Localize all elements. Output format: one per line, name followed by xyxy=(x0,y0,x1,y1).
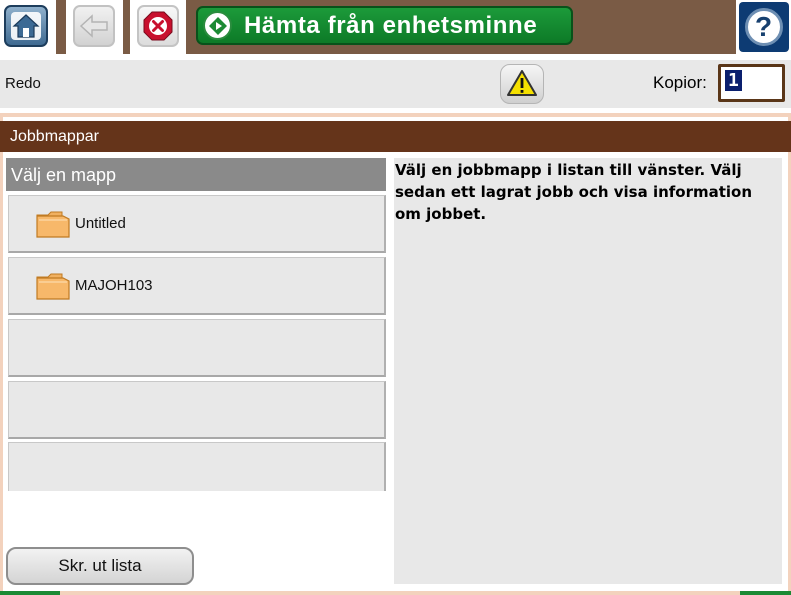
home-icon xyxy=(11,12,41,40)
status-bar: Redo Kopior: xyxy=(0,60,791,108)
help-button[interactable]: ? xyxy=(736,0,791,54)
status-text: Redo xyxy=(5,75,41,92)
copies-value: 1 xyxy=(725,70,742,91)
info-panel: Välj en jobbmapp i listan till vänster. … xyxy=(394,158,782,584)
top-toolbar: Hämta från enhetsminne ? xyxy=(0,0,791,54)
folder-label: MAJOH103 xyxy=(75,277,153,294)
help-button-frame: ? xyxy=(738,2,789,52)
folder-item-empty[interactable] xyxy=(8,319,386,377)
folder-list-header: Välj en mapp xyxy=(6,158,386,191)
info-text: Välj en jobbmapp i listan till vänster. … xyxy=(395,161,753,223)
start-diamond-icon xyxy=(203,11,232,40)
bottom-accent xyxy=(740,591,791,595)
warning-button[interactable] xyxy=(500,64,544,104)
folder-item-empty[interactable] xyxy=(8,381,386,439)
stop-icon xyxy=(143,11,173,41)
copies-input[interactable]: 1 xyxy=(718,64,785,102)
section-header: Jobbmappar xyxy=(0,121,791,152)
folder-icon xyxy=(36,211,70,238)
print-list-button[interactable]: Skr. ut lista xyxy=(6,547,194,585)
folder-item-majoh103[interactable]: MAJOH103 xyxy=(8,257,386,315)
warning-icon xyxy=(507,70,537,96)
folder-item-empty[interactable] xyxy=(8,442,386,491)
folder-icon xyxy=(36,273,70,300)
folder-label: Untitled xyxy=(75,215,126,232)
home-button[interactable] xyxy=(4,5,48,47)
back-arrow-icon xyxy=(79,14,108,38)
stop-button[interactable] xyxy=(137,5,179,47)
page-title: Hämta från enhetsminne xyxy=(244,11,538,39)
help-icon: ? xyxy=(744,8,783,46)
copies-label: Kopior: xyxy=(653,73,707,92)
back-button[interactable] xyxy=(73,5,115,47)
bottom-accent xyxy=(0,591,60,595)
folder-item-untitled[interactable]: Untitled xyxy=(8,195,386,253)
start-retrieve-button[interactable]: Hämta från enhetsminne xyxy=(196,6,573,45)
